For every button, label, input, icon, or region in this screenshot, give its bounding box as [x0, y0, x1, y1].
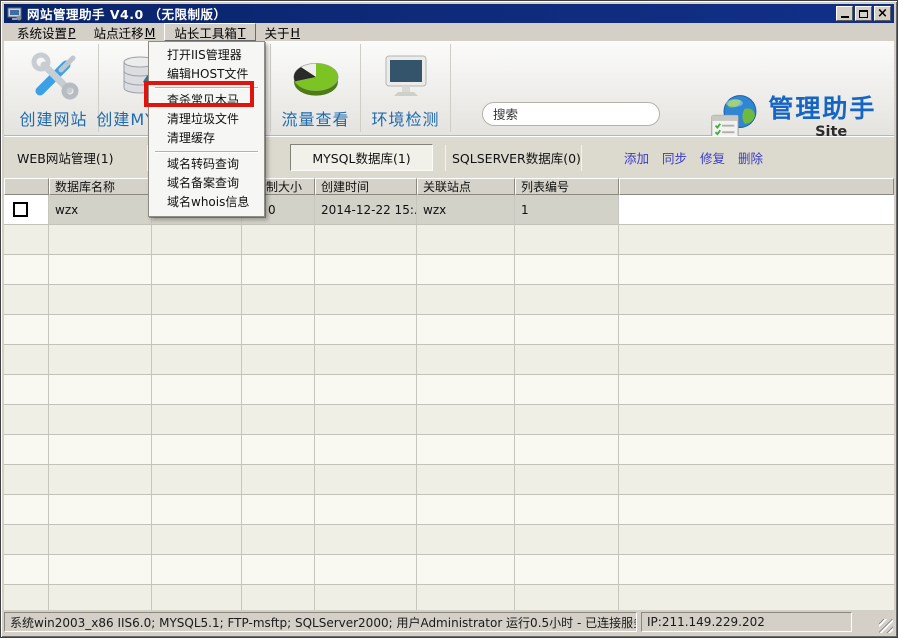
- system-info-panel: 系统win2003_x86 IIS6.0; MYSQL5.1; FTP-msft…: [4, 612, 637, 632]
- tab-bar: WEB网站管理(1) MYSQL数据库(1) SQLSERVER数据库(0) 添…: [4, 136, 894, 178]
- empty-row: [4, 375, 894, 405]
- maximize-button[interactable]: [855, 6, 872, 21]
- resize-grip[interactable]: [879, 619, 893, 633]
- header-database-name[interactable]: 数据库名称: [49, 178, 152, 195]
- search-icon: [659, 106, 660, 123]
- repair-button[interactable]: 修复: [700, 148, 725, 167]
- app-window: 网站管理助手 V4.0 （无限制版） 系统设置P 站点迁移M 站长工具箱T 关于…: [0, 0, 898, 638]
- logo-title: 管理助手: [768, 95, 894, 123]
- maximize-icon: [859, 10, 868, 18]
- menu-separator: [155, 151, 258, 152]
- empty-row: [4, 225, 894, 255]
- menu-item-site-migration[interactable]: 站点迁移M: [85, 23, 165, 41]
- empty-row: [4, 315, 894, 345]
- menu-option-clean-junk-files[interactable]: 清理垃圾文件: [149, 110, 264, 129]
- minimize-icon: [841, 16, 849, 18]
- database-table: 数据库名称 制大小 创建时间 关联站点 列表编号 wzx wzxwzx 0 20…: [4, 178, 894, 611]
- menu-option-open-iis[interactable]: 打开IIS管理器: [149, 46, 264, 65]
- menu-option-domain-transcode-query[interactable]: 域名转码查询: [149, 155, 264, 174]
- cell-list-index: 1: [515, 195, 619, 225]
- menu-option-domain-icp-query[interactable]: 域名备案查询: [149, 174, 264, 193]
- monitor-icon: [380, 50, 432, 102]
- toolbar: 创建网站 创建MYSQL: [4, 41, 894, 136]
- menu-option-edit-host[interactable]: 编辑HOST文件: [149, 65, 264, 84]
- menu-item-system-settings[interactable]: 系统设置P: [8, 23, 85, 41]
- header-created-time[interactable]: 创建时间: [315, 178, 417, 195]
- search-button[interactable]: [659, 103, 660, 125]
- empty-row: [4, 585, 894, 611]
- cell-created-time: 2014-12-22 15:...: [315, 195, 417, 225]
- empty-row: [4, 345, 894, 375]
- ip-panel: IP:211.149.229.202: [641, 612, 852, 632]
- menu-separator: [155, 87, 258, 88]
- menu-option-scan-trojans[interactable]: 查杀常见木马: [149, 91, 264, 110]
- close-button[interactable]: [874, 6, 891, 21]
- empty-row: [4, 525, 894, 555]
- table-row[interactable]: wzx wzxwzx 0 2014-12-22 15:... wzx 1: [4, 195, 894, 225]
- search-box: [482, 102, 660, 126]
- create-website-button[interactable]: 创建网站: [9, 44, 99, 132]
- header-select-all[interactable]: [4, 178, 49, 195]
- traffic-view-button[interactable]: 流量查看: [271, 44, 361, 132]
- empty-row: [4, 465, 894, 495]
- menu-bar: 系统设置P 站点迁移M 站长工具箱T 关于H: [4, 23, 894, 41]
- empty-row: [4, 435, 894, 465]
- empty-row: [4, 495, 894, 525]
- app-icon: [7, 7, 23, 21]
- webmaster-toolbox-menu: 打开IIS管理器 编辑HOST文件 查杀常见木马 清理垃圾文件 清理缓存 域名转…: [148, 41, 265, 217]
- pie-chart-icon: [290, 50, 342, 102]
- minimize-button[interactable]: [836, 6, 853, 21]
- search-input[interactable]: [483, 103, 659, 125]
- menu-option-domain-whois[interactable]: 域名whois信息: [149, 193, 264, 212]
- empty-row: [4, 405, 894, 435]
- title-bar: 网站管理助手 V4.0 （无限制版）: [4, 4, 894, 23]
- header-filler: [619, 178, 894, 195]
- header-list-index[interactable]: 列表编号: [515, 178, 619, 195]
- environment-check-button[interactable]: 环境检测: [361, 44, 451, 132]
- empty-row: [4, 555, 894, 585]
- menu-option-clean-cache[interactable]: 清理缓存: [149, 129, 264, 148]
- tab-web-sites[interactable]: WEB网站管理(1): [17, 137, 114, 178]
- tools-icon: [28, 50, 80, 102]
- tab-mysql-databases[interactable]: MYSQL数据库(1): [290, 144, 433, 171]
- tab-divider: [445, 145, 446, 171]
- tab-sqlserver-databases[interactable]: SQLSERVER数据库(0): [452, 137, 581, 178]
- empty-row: [4, 255, 894, 285]
- status-bar: 系统win2003_x86 IIS6.0; MYSQL5.1; FTP-msft…: [4, 610, 894, 634]
- cell-linked-site: wzx: [417, 195, 515, 225]
- header-linked-site[interactable]: 关联站点: [417, 178, 515, 195]
- table-header: 数据库名称 制大小 创建时间 关联站点 列表编号: [4, 178, 894, 195]
- tab-divider: [581, 145, 582, 171]
- sync-button[interactable]: 同步: [662, 148, 687, 167]
- cell-database-name: wzx: [49, 195, 152, 225]
- row-checkbox[interactable]: [13, 202, 28, 217]
- menu-item-about[interactable]: 关于H: [256, 23, 309, 41]
- window-title: 网站管理助手 V4.0 （无限制版）: [27, 4, 227, 23]
- empty-row: [4, 285, 894, 315]
- menu-item-webmaster-toolbox[interactable]: 站长工具箱T: [164, 23, 255, 41]
- delete-button[interactable]: 删除: [738, 148, 763, 167]
- add-button[interactable]: 添加: [624, 148, 649, 167]
